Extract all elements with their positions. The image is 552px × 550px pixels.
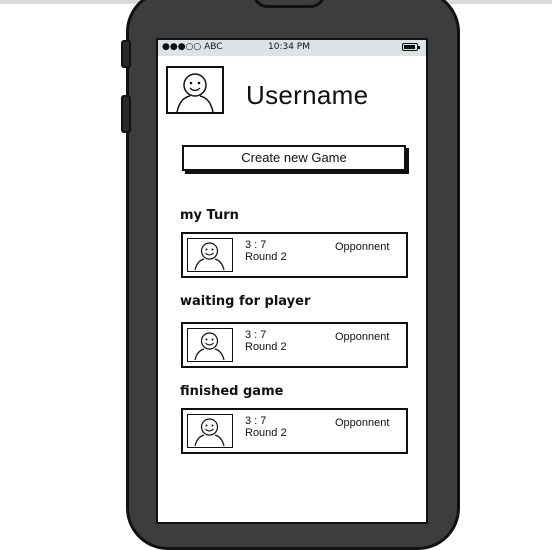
opponent-avatar — [187, 328, 233, 362]
game-round: Round 2 — [245, 251, 287, 263]
smiley-face-icon — [176, 73, 214, 112]
game-score: 3 : 7 — [245, 415, 267, 427]
phone-volume-up — [121, 95, 131, 133]
opponent-avatar — [187, 414, 233, 448]
battery-icon — [402, 43, 420, 51]
phone-top-button — [253, 0, 325, 8]
carrier-signal: ●●●○○ ABC — [162, 42, 223, 52]
opponent-name: Opponnent — [335, 331, 390, 343]
game-round: Round 2 — [245, 341, 287, 353]
game-card[interactable]: 3 : 7 Round 2 Opponnent — [181, 408, 408, 454]
smiley-face-icon — [194, 332, 225, 360]
phone-side-button — [121, 40, 131, 68]
section-title-finished: finished game — [180, 384, 284, 399]
status-time: 10:34 PM — [268, 42, 310, 52]
opponent-name: Opponnent — [335, 241, 390, 253]
opponent-name: Opponnent — [335, 417, 390, 429]
smiley-face-icon — [194, 418, 225, 446]
section-title-waiting: waiting for player — [180, 294, 311, 309]
username-label: Username — [246, 80, 369, 110]
game-score: 3 : 7 — [245, 239, 267, 251]
opponent-avatar — [187, 238, 233, 272]
section-title-my-turn: my Turn — [180, 208, 239, 223]
create-new-game-button[interactable]: Create new Game — [182, 145, 406, 171]
profile-avatar[interactable] — [166, 66, 224, 114]
game-card[interactable]: 3 : 7 Round 2 Opponnent — [181, 232, 408, 278]
status-bar: ●●●○○ ABC 10:34 PM — [158, 40, 426, 56]
game-round: Round 2 — [245, 427, 287, 439]
smiley-face-icon — [194, 242, 225, 270]
phone-screen: ●●●○○ ABC 10:34 PM Username Create new G… — [156, 38, 428, 524]
game-card[interactable]: 3 : 7 Round 2 Opponnent — [181, 322, 408, 368]
game-score: 3 : 7 — [245, 329, 267, 341]
